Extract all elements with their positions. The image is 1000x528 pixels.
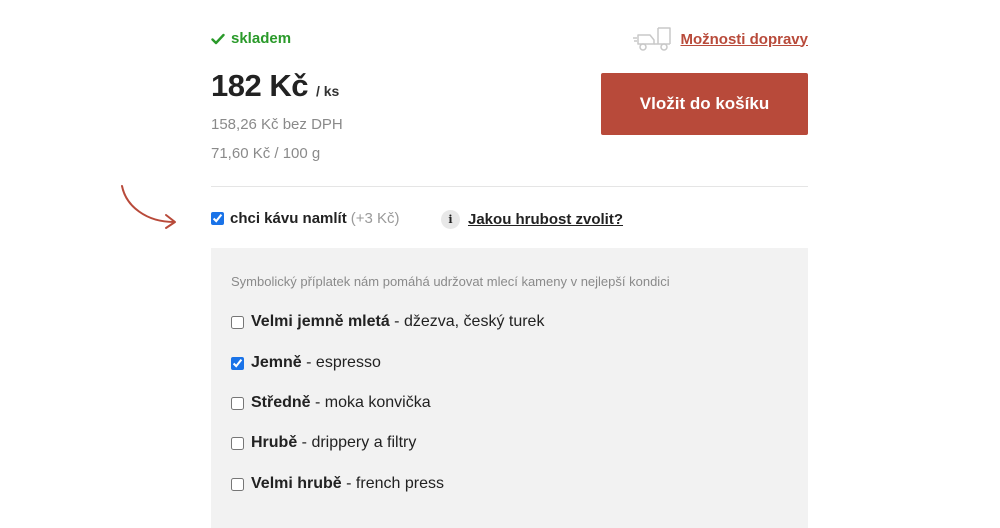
grind-option-label: Velmi jemně mletá - džezva, český turek bbox=[251, 313, 545, 330]
grind-help[interactable]: i Jakou hrubost zvolit? bbox=[441, 210, 623, 229]
grind-label: chci kávu namlít bbox=[230, 210, 347, 227]
grind-option-checkbox[interactable] bbox=[231, 477, 244, 491]
grind-option-checkbox[interactable] bbox=[231, 436, 244, 450]
shipping-options[interactable]: Možnosti dopravy bbox=[632, 24, 808, 54]
grind-option-label: Hrubě - drippery a filtry bbox=[251, 434, 417, 451]
grind-option-checkbox[interactable] bbox=[231, 396, 244, 410]
price-without-vat: 158,26 Kč bez DPH bbox=[211, 116, 343, 133]
info-icon[interactable]: i bbox=[441, 210, 460, 229]
grind-option-checkbox[interactable] bbox=[231, 356, 244, 370]
grind-option-label: Velmi hrubě - french press bbox=[251, 475, 444, 492]
grind-toggle[interactable]: chci kávu namlít (+3 Kč) bbox=[211, 210, 399, 227]
truck-icon bbox=[633, 27, 672, 51]
stock-label: skladem bbox=[231, 30, 292, 47]
grind-option[interactable]: Středně - moka konvička bbox=[231, 394, 431, 412]
grind-option-label: Středně - moka konvička bbox=[251, 394, 431, 411]
price-amount: 182 Kč bbox=[211, 68, 308, 103]
price-per-weight: 71,60 Kč / 100 g bbox=[211, 145, 321, 162]
grind-option[interactable]: Hrubě - drippery a filtry bbox=[231, 434, 416, 452]
price-unit: / ks bbox=[315, 83, 340, 99]
stock-status: skladem bbox=[211, 30, 291, 47]
grind-option-label: Jemně - espresso bbox=[251, 354, 381, 371]
grind-help-link[interactable]: Jakou hrubost zvolit? bbox=[468, 211, 623, 228]
add-to-cart-button[interactable]: Vložit do košíku bbox=[601, 73, 808, 135]
shipping-options-link[interactable]: Možnosti dopravy bbox=[680, 31, 808, 48]
grind-option[interactable]: Jemně - espresso bbox=[231, 354, 381, 372]
grind-surcharge: (+3 Kč) bbox=[350, 210, 400, 227]
check-icon bbox=[211, 33, 225, 44]
divider bbox=[211, 186, 808, 187]
grind-option[interactable]: Velmi jemně mletá - džezva, český turek bbox=[231, 313, 544, 331]
grind-checkbox[interactable] bbox=[211, 212, 224, 225]
price-block: 182 Kč / ks bbox=[211, 68, 339, 104]
grind-options-note: Symbolický příplatek nám pomáhá udržovat… bbox=[231, 274, 670, 289]
grind-option[interactable]: Velmi hrubě - french press bbox=[231, 475, 444, 493]
curved-arrow-icon bbox=[121, 185, 176, 229]
grind-option-checkbox[interactable] bbox=[231, 315, 244, 329]
grind-options-panel: Symbolický příplatek nám pomáhá udržovat… bbox=[211, 248, 808, 528]
